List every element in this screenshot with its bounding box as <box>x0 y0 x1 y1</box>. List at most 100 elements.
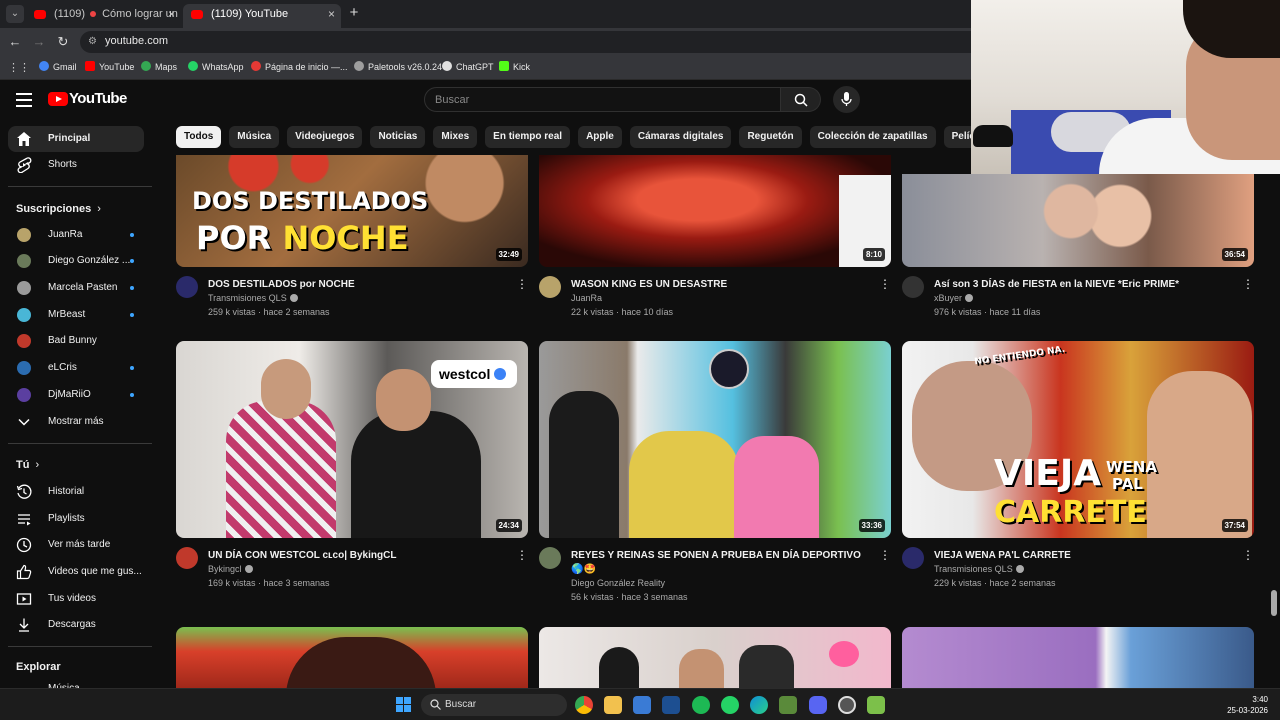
video-thumbnail[interactable]: NO ENTIENDO NA. VIEJA WENA PAL CARRETE 3… <box>902 341 1254 538</box>
video-thumbnail[interactable]: westcol 24:34 <box>176 341 528 538</box>
sidebar-item-subscription[interactable]: DjMaRiiO <box>8 382 144 408</box>
menu-hamburger-icon[interactable] <box>16 93 32 107</box>
more-options-icon[interactable]: ⋮ <box>1242 549 1254 561</box>
more-options-icon[interactable]: ⋮ <box>1242 278 1254 290</box>
app-icon[interactable] <box>867 696 885 714</box>
chip[interactable]: Videojuegos <box>287 126 363 148</box>
search-input[interactable] <box>425 88 780 111</box>
apps-grid-icon[interactable]: ⋮⋮ <box>8 61 30 74</box>
chip[interactable]: Cámaras digitales <box>629 126 732 148</box>
show-more-button[interactable]: Mostrar más <box>8 409 144 435</box>
tab-close-icon[interactable]: × <box>168 4 175 24</box>
sidebar-item-watch-later[interactable]: Ver más tarde <box>8 532 144 558</box>
channel-name[interactable]: JuanRa <box>571 293 602 303</box>
tab-audio[interactable]: (1109) Cómo lograr un aud × <box>26 4 181 28</box>
new-tab-button[interactable]: + <box>345 4 363 24</box>
you-heading[interactable]: Tú › <box>16 459 39 471</box>
chrome-icon[interactable] <box>575 696 593 714</box>
video-thumbnail[interactable]: 36:54 <box>902 174 1254 267</box>
reload-icon[interactable]: ↻ <box>54 33 72 51</box>
windows-start-icon[interactable] <box>396 697 412 713</box>
video-title[interactable]: Así son 3 DÍAS de FIESTA en la NIEVE *Er… <box>934 278 1234 292</box>
chip[interactable]: Noticias <box>370 126 426 148</box>
taskbar-clock[interactable]: 3:40 25-03-2026 <box>1227 694 1268 716</box>
channel-avatar[interactable] <box>902 276 924 298</box>
video-title[interactable]: DOS DESTILADOS por NOCHE <box>208 278 508 292</box>
bookmark-whatsapp[interactable]: WhatsApp <box>188 61 244 72</box>
chip[interactable]: En tiempo real <box>485 126 571 148</box>
video-thumbnail[interactable] <box>539 627 891 688</box>
file-explorer-icon[interactable] <box>604 696 622 714</box>
discord-icon[interactable] <box>809 696 827 714</box>
bookmark-kick[interactable]: Kick <box>499 61 530 72</box>
spotify-icon[interactable] <box>692 696 710 714</box>
video-title[interactable]: VIEJA WENA PA'L CARRETE <box>934 549 1234 563</box>
channel-name[interactable]: xBuyer <box>934 293 974 303</box>
sidebar-item-subscription[interactable]: JuanRa <box>8 222 144 248</box>
search-button[interactable] <box>781 87 821 112</box>
chip[interactable]: Mixes <box>433 126 478 148</box>
video-title[interactable]: REYES Y REINAS SE PONEN A PRUEBA EN DÍA … <box>571 549 871 577</box>
subscriptions-heading[interactable]: Suscripciones › <box>16 203 101 215</box>
video-thumbnail[interactable] <box>176 627 528 688</box>
taskbar-search[interactable]: Buscar <box>421 694 567 716</box>
obs-icon[interactable] <box>838 696 856 714</box>
bookmark-maps[interactable]: Maps <box>141 61 177 72</box>
back-arrow-icon[interactable]: ← <box>6 33 24 51</box>
sidebar-item-shorts[interactable]: Shorts <box>8 152 144 178</box>
chip[interactable]: Apple <box>578 126 622 148</box>
app-icon[interactable] <box>662 696 680 714</box>
sidebar-item-your-videos[interactable]: Tus videos <box>8 586 144 612</box>
minecraft-icon[interactable] <box>779 696 797 714</box>
sidebar-item-subscription[interactable]: Marcela Pasten <box>8 275 144 301</box>
search-box[interactable] <box>424 87 781 112</box>
video-title[interactable]: UN DÍA CON WESTCOL ᴄʟᴄᴏ| BykingCL <box>208 549 508 563</box>
tab-youtube[interactable]: (1109) YouTube × <box>183 4 341 28</box>
channel-avatar[interactable] <box>176 276 198 298</box>
voice-search-button[interactable] <box>833 86 860 113</box>
channel-avatar[interactable] <box>902 547 924 569</box>
video-title[interactable]: WASON KING ES UN DESASTRE <box>571 278 871 292</box>
sidebar-item-home[interactable]: Principal <box>8 126 144 152</box>
tab-close-icon[interactable]: × <box>328 4 335 24</box>
forward-arrow-icon[interactable]: → <box>30 33 48 51</box>
channel-name[interactable]: Bykingcl <box>208 564 253 574</box>
sidebar-item-subscription[interactable]: eLCris <box>8 355 144 381</box>
sidebar-item-downloads[interactable]: Descargas <box>8 612 144 638</box>
chip[interactable]: Reguetón <box>739 126 802 148</box>
bookmark-home-page[interactable]: Página de inicio —... <box>251 61 348 72</box>
microsoft-store-icon[interactable] <box>633 696 651 714</box>
sidebar-item-history[interactable]: Historial <box>8 479 144 505</box>
edge-icon[interactable] <box>750 696 768 714</box>
video-thumbnail[interactable]: DOS DESTILADOS POR NOCHE 32:49 <box>176 155 528 267</box>
bookmark-gmail[interactable]: Gmail <box>39 61 77 72</box>
bookmark-paletools[interactable]: Paletools v26.0.24 <box>354 61 442 72</box>
sidebar-item-playlists[interactable]: Playlists <box>8 506 144 532</box>
channel-name[interactable]: Transmisiones QLS <box>208 293 298 303</box>
sidebar-item-subscription[interactable]: MrBeast <box>8 302 144 328</box>
site-info-icon[interactable]: ⚙ <box>88 36 97 47</box>
video-thumbnail[interactable]: 8:10 <box>539 155 891 267</box>
sidebar-item-liked[interactable]: Videos que me gus... <box>8 559 144 585</box>
video-thumbnail[interactable]: 33:36 <box>539 341 891 538</box>
channel-avatar[interactable] <box>176 547 198 569</box>
more-options-icon[interactable]: ⋮ <box>516 278 528 290</box>
whatsapp-icon[interactable] <box>721 696 739 714</box>
channel-name[interactable]: Transmisiones QLS <box>934 564 1024 574</box>
tab-search-button[interactable]: ⌄ <box>6 5 24 23</box>
bookmark-chatgpt[interactable]: ChatGPT <box>442 61 494 72</box>
channel-avatar[interactable] <box>539 276 561 298</box>
bookmark-youtube[interactable]: YouTube <box>85 61 134 72</box>
channel-avatar[interactable] <box>539 547 561 569</box>
url-text[interactable]: youtube.com <box>105 35 168 47</box>
chip-all[interactable]: Todos <box>176 126 222 148</box>
more-options-icon[interactable]: ⋮ <box>516 549 528 561</box>
more-options-icon[interactable]: ⋮ <box>879 278 891 290</box>
channel-name[interactable]: Diego González Reality <box>571 578 665 588</box>
more-options-icon[interactable]: ⋮ <box>879 549 891 561</box>
chip[interactable]: Colección de zapatillas <box>809 126 936 148</box>
sidebar-item-subscription[interactable]: Diego González ... <box>8 248 144 274</box>
chip[interactable]: Música <box>229 126 280 148</box>
page-scrollbar[interactable] <box>1271 590 1277 616</box>
video-thumbnail[interactable] <box>902 627 1254 688</box>
